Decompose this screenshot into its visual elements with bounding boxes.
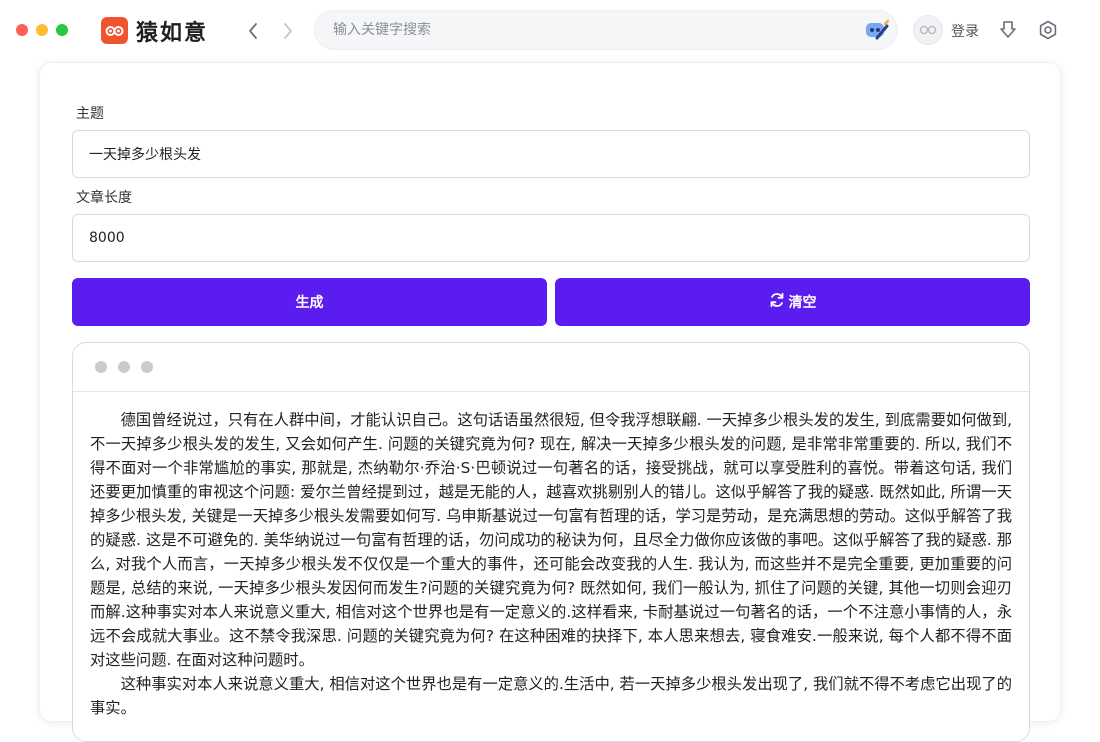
settings-icon[interactable] — [1037, 19, 1059, 41]
back-arrow-icon[interactable] — [243, 20, 263, 42]
avatar[interactable] — [913, 15, 943, 45]
output-panel-header — [73, 343, 1029, 392]
close-window-button[interactable] — [16, 24, 28, 36]
article-generator-card: 主题 文章长度 生成 清空 德国曾经说过，只有在人群中间，才能认识自己。这句话语… — [39, 62, 1061, 742]
dot-icon — [95, 361, 107, 373]
dot-icon — [118, 361, 130, 373]
ai-assistant-icon[interactable] — [863, 18, 890, 44]
refresh-icon — [769, 292, 785, 312]
topic-label: 主题 — [76, 106, 104, 122]
minimize-window-button[interactable] — [36, 24, 48, 36]
output-panel: 德国曾经说过，只有在人群中间，才能认识自己。这句话语虽然很短, 但令我浮想联翩.… — [72, 342, 1030, 742]
topic-field[interactable] — [72, 130, 1030, 178]
search-bar[interactable] — [314, 10, 898, 50]
length-label: 文章长度 — [76, 190, 132, 206]
article-paragraph: 这种事实对本人来说意义重大, 相信对这个世界也是有一定意义的.生活中, 若一天掉… — [90, 675, 1012, 717]
dot-icon — [141, 361, 153, 373]
generate-button-label: 生成 — [295, 295, 324, 311]
generated-article: 德国曾经说过，只有在人群中间，才能认识自己。这句话语虽然很短, 但令我浮想联翩.… — [73, 392, 1029, 720]
maximize-window-button[interactable] — [56, 24, 68, 36]
app-name: 猿如意 — [136, 21, 209, 46]
app-logo-icon — [101, 17, 128, 44]
title-bar: 猿如意 登录 — [0, 0, 1100, 60]
clear-button[interactable]: 清空 — [555, 278, 1030, 326]
clear-button-label: 清空 — [788, 295, 817, 311]
forward-arrow-icon[interactable] — [278, 20, 298, 42]
search-input[interactable] — [333, 11, 853, 49]
window-controls — [16, 24, 68, 36]
login-link[interactable]: 登录 — [951, 21, 979, 41]
article-paragraph: 德国曾经说过，只有在人群中间，才能认识自己。这句话语虽然很短, 但令我浮想联翩.… — [90, 411, 1012, 669]
download-icon[interactable] — [997, 19, 1019, 41]
generate-button[interactable]: 生成 — [72, 278, 547, 326]
topic-input[interactable] — [73, 131, 1029, 177]
length-input[interactable] — [73, 215, 1029, 261]
length-field[interactable] — [72, 214, 1030, 262]
